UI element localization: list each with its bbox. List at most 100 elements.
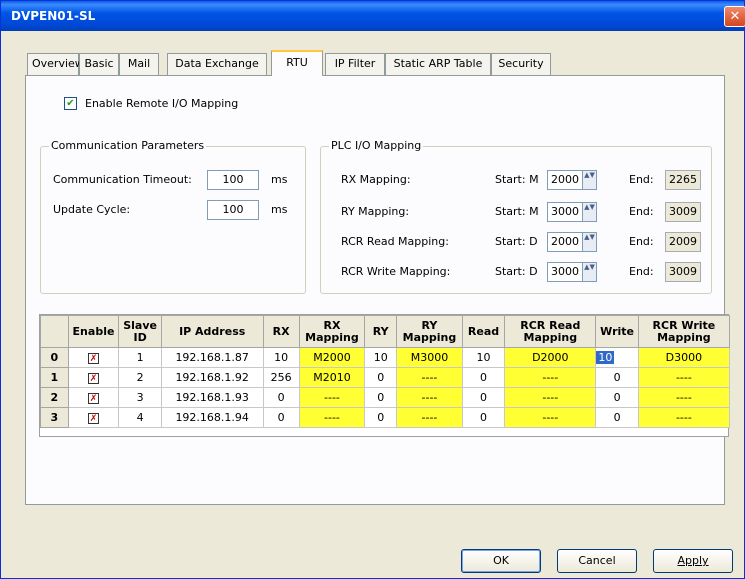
enable-cell[interactable]: ✗ [67, 387, 120, 408]
title-bar[interactable]: DVPEN01-SL ✕ [1, 1, 745, 31]
enable-remote-io-label: Enable Remote I/O Mapping [85, 97, 239, 110]
col-header-ry-mapping[interactable]: RY Mapping [396, 315, 463, 348]
col-header-ip-address[interactable]: IP Address [160, 315, 264, 348]
ry-cell[interactable]: 0 [364, 367, 398, 388]
close-button[interactable]: ✕ [724, 6, 745, 27]
col-header-slave-id[interactable]: Slave ID [118, 315, 162, 348]
rcr-read-start-label: Start: D [495, 235, 538, 248]
spin-arrows-icon[interactable]: ▲▼ [583, 232, 597, 252]
col-header-read[interactable]: Read [461, 315, 506, 348]
col-header-ry[interactable]: RY [364, 315, 398, 348]
enable-cell[interactable]: ✗ [67, 407, 120, 428]
spin-arrows-icon[interactable]: ▲▼ [583, 170, 597, 190]
ry-start-value[interactable]: 3000 [547, 202, 583, 222]
ry-cell[interactable]: 0 [364, 387, 398, 408]
ip-address-cell[interactable]: 192.168.1.92 [160, 367, 264, 388]
read-cell[interactable]: 0 [461, 387, 506, 408]
communication-parameters-legend: Communication Parameters [49, 139, 207, 152]
grid-corner-header [40, 315, 69, 348]
col-header-rcr-read-mapping[interactable]: RCR Read Mapping [504, 315, 597, 348]
tab-basic[interactable]: Basic [79, 53, 119, 75]
communication-timeout-input[interactable]: 100 [207, 170, 259, 190]
grid-header-row: Enable Slave ID IP Address RX RX Mapping… [40, 315, 731, 348]
tab-mail[interactable]: Mail [119, 53, 159, 75]
apply-button[interactable]: Apply [653, 549, 733, 573]
rx-start-spinner[interactable]: 2000 ▲▼ [547, 170, 597, 190]
ip-address-cell[interactable]: 192.168.1.94 [160, 407, 264, 428]
write-cell[interactable]: 0 [595, 407, 639, 428]
rx-end-label: End: [629, 173, 654, 186]
plc-io-mapping-group: PLC I/O Mapping RX Mapping: Start: M 200… [320, 139, 712, 294]
rcr-read-start-spinner[interactable]: 2000 ▲▼ [547, 232, 597, 252]
enable-remote-io-checkbox[interactable]: ✔ [64, 97, 77, 110]
enable-remote-io-row[interactable]: ✔ Enable Remote I/O Mapping [64, 97, 238, 110]
rtu-tab-panel: ✔ Enable Remote I/O Mapping Communicatio… [25, 75, 731, 505]
table-row[interactable]: 0 ✗ 1 192.168.1.87 10 M2000 10 M3000 10 … [40, 347, 731, 368]
rcr-read-mapping-cell: ---- [504, 387, 597, 408]
rx-mapping-label: RX Mapping: [341, 173, 411, 186]
enable-cell[interactable]: ✗ [67, 367, 120, 388]
read-cell[interactable]: 0 [461, 367, 506, 388]
enable-checkbox-icon[interactable]: ✗ [87, 393, 99, 404]
rcr-write-mapping-cell: D3000 [637, 347, 731, 368]
enable-checkbox-icon[interactable]: ✗ [87, 373, 99, 384]
table-row[interactable]: 3 ✗ 4 192.168.1.94 0 ---- 0 ---- 0 ---- … [40, 407, 731, 428]
tab-rtu[interactable]: RTU [271, 50, 323, 76]
rcr-read-start-value[interactable]: 2000 [547, 232, 583, 252]
col-header-rx-mapping[interactable]: RX Mapping [298, 315, 366, 348]
tab-data-exchange[interactable]: Data Exchange [167, 53, 267, 75]
col-header-rx[interactable]: RX [262, 315, 300, 348]
ip-address-cell[interactable]: 192.168.1.87 [160, 347, 264, 368]
rx-cell[interactable]: 0 [262, 407, 300, 428]
col-header-write[interactable]: Write [595, 315, 639, 348]
read-cell[interactable]: 10 [461, 347, 506, 368]
update-cycle-label: Update Cycle: [53, 203, 131, 216]
col-header-enable[interactable]: Enable [67, 315, 120, 348]
ry-cell[interactable]: 10 [364, 347, 398, 368]
row-number: 3 [40, 407, 69, 428]
communication-timeout-label: Communication Timeout: [53, 173, 192, 186]
rcr-write-mapping-label: RCR Write Mapping: [341, 265, 451, 278]
enable-cell[interactable]: ✗ [67, 347, 120, 368]
spin-arrows-icon[interactable]: ▲▼ [583, 262, 597, 282]
read-cell[interactable]: 0 [461, 407, 506, 428]
tab-security[interactable]: Security [491, 53, 551, 75]
table-row[interactable]: 2 ✗ 3 192.168.1.93 0 ---- 0 ---- 0 ---- … [40, 387, 731, 408]
slave-id-cell[interactable]: 3 [118, 387, 162, 408]
update-cycle-input[interactable]: 100 [207, 200, 259, 220]
rcr-write-mapping-cell: ---- [637, 407, 731, 428]
write-cell[interactable]: 0 [595, 387, 639, 408]
cancel-button[interactable]: Cancel [557, 549, 637, 573]
ip-address-cell[interactable]: 192.168.1.93 [160, 387, 264, 408]
ry-mapping-cell: ---- [396, 407, 463, 428]
ry-mapping-cell: ---- [396, 367, 463, 388]
plc-io-mapping-legend: PLC I/O Mapping [329, 139, 424, 152]
tab-static-arp-table[interactable]: Static ARP Table [385, 53, 491, 75]
rx-cell[interactable]: 256 [262, 367, 300, 388]
slave-id-cell[interactable]: 1 [118, 347, 162, 368]
rcr-read-mapping-cell: ---- [504, 407, 597, 428]
write-cell[interactable]: 0 [595, 367, 639, 388]
rcr-write-start-value[interactable]: 3000 [547, 262, 583, 282]
spin-arrows-icon[interactable]: ▲▼ [583, 202, 597, 222]
ry-cell[interactable]: 0 [364, 407, 398, 428]
enable-checkbox-icon[interactable]: ✗ [87, 353, 99, 364]
slave-id-cell[interactable]: 4 [118, 407, 162, 428]
write-cell[interactable]: 10 [595, 347, 639, 368]
grid-empty-area [40, 428, 728, 436]
rcr-write-end-value: 3009 [665, 262, 701, 282]
rx-start-value[interactable]: 2000 [547, 170, 583, 190]
rx-cell[interactable]: 10 [262, 347, 300, 368]
tab-overview[interactable]: Overview [27, 53, 84, 75]
col-header-rcr-write-mapping[interactable]: RCR Write Mapping [637, 315, 731, 348]
table-row[interactable]: 1 ✗ 2 192.168.1.92 256 M2010 0 ---- 0 --… [40, 367, 731, 388]
write-cell-selected-value[interactable]: 10 [596, 351, 615, 364]
slave-id-cell[interactable]: 2 [118, 367, 162, 388]
window-title: DVPEN01-SL [11, 9, 96, 23]
rcr-write-start-spinner[interactable]: 3000 ▲▼ [547, 262, 597, 282]
tab-ip-filter[interactable]: IP Filter [325, 53, 385, 75]
enable-checkbox-icon[interactable]: ✗ [87, 413, 99, 424]
ok-button[interactable]: OK [461, 549, 541, 573]
rx-cell[interactable]: 0 [262, 387, 300, 408]
ry-start-spinner[interactable]: 3000 ▲▼ [547, 202, 597, 222]
